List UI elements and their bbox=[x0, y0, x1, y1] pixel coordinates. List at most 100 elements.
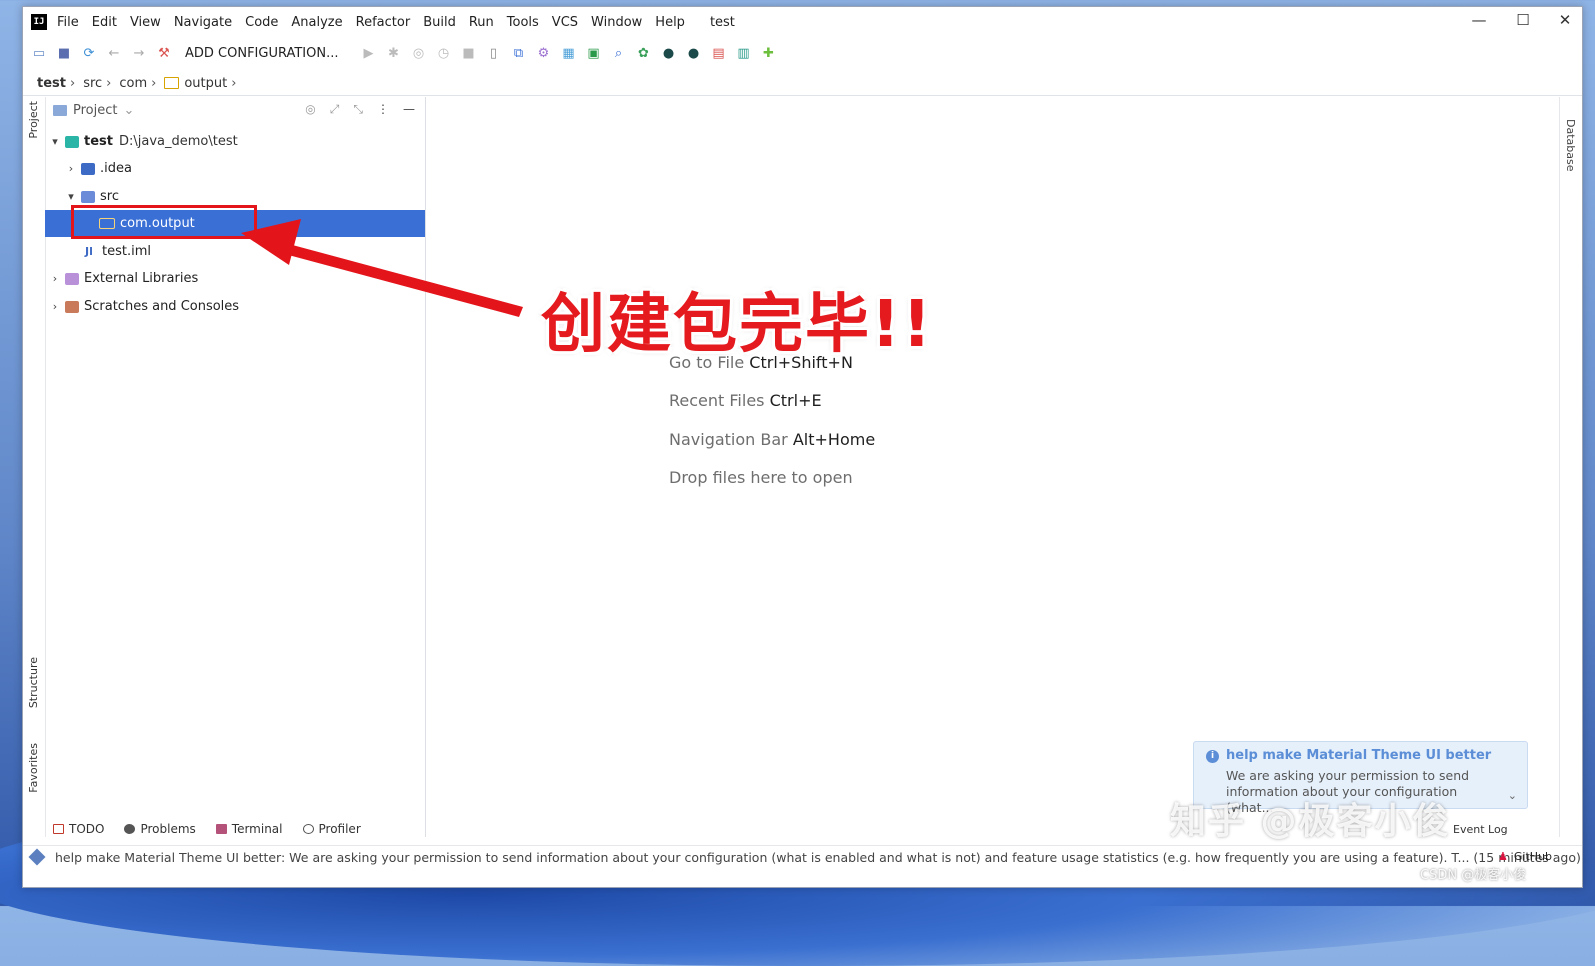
puzzle-icon[interactable]: ✚ bbox=[760, 44, 778, 62]
coverage-icon[interactable]: ◎ bbox=[410, 44, 428, 62]
tree-item-idea[interactable]: › .idea bbox=[45, 155, 445, 182]
search-icon[interactable]: ⌕ bbox=[610, 44, 628, 62]
project-path: D:\java_demo\test bbox=[118, 134, 238, 149]
project-tool-tab[interactable]: Project bbox=[27, 101, 40, 139]
tree-item-scratches[interactable]: › Scratches and Consoles bbox=[45, 293, 429, 320]
structure-tool-tab[interactable]: Structure bbox=[27, 657, 40, 708]
chevron-down-icon[interactable]: ⌄ bbox=[123, 103, 134, 118]
menu-build[interactable]: Build bbox=[423, 15, 456, 30]
menu-refactor[interactable]: Refactor bbox=[356, 15, 411, 30]
save-icon[interactable]: ■ bbox=[55, 44, 73, 62]
grid-icon[interactable]: ▦ bbox=[560, 44, 578, 62]
minimize-button[interactable]: — bbox=[1464, 11, 1494, 29]
hide-panel-icon[interactable]: — bbox=[403, 102, 415, 117]
expand-all-icon[interactable]: ⤢ bbox=[330, 102, 340, 117]
device-icon[interactable]: ▯ bbox=[485, 44, 503, 62]
tree-item-test-iml[interactable]: Jl test.iml bbox=[45, 238, 461, 265]
terminal-icon[interactable]: ▣ bbox=[585, 44, 603, 62]
breadcrumb-src[interactable]: src bbox=[83, 76, 102, 91]
chevron-down-icon[interactable]: ▾ bbox=[49, 135, 61, 148]
build-hammer-icon[interactable]: ⚒ bbox=[155, 44, 173, 62]
left-tool-stripe: Project Structure Favorites bbox=[23, 97, 46, 837]
menu-analyze[interactable]: Analyze bbox=[291, 15, 342, 30]
menu-window[interactable]: Window bbox=[591, 15, 642, 30]
status-bar: help make Material Theme UI better: We a… bbox=[23, 845, 1582, 868]
tree-item-external-libraries[interactable]: › External Libraries bbox=[45, 265, 429, 292]
chevron-down-icon[interactable]: ⌄ bbox=[1508, 789, 1517, 802]
collapse-all-icon[interactable]: ⤡ bbox=[353, 102, 363, 117]
project-structure-icon[interactable]: ⧉ bbox=[510, 44, 528, 62]
chevron-right-icon[interactable]: › bbox=[49, 300, 61, 313]
menu-view[interactable]: View bbox=[130, 15, 161, 30]
close-button[interactable]: ✕ bbox=[1550, 11, 1580, 29]
project-panel-header: Project ⌄ ◎ ⤢ ⤡ ⋮ — bbox=[45, 97, 425, 123]
open-folder-icon[interactable]: ▭ bbox=[30, 44, 48, 62]
scratches-icon bbox=[65, 300, 79, 313]
hint-label: Drop files here to open bbox=[669, 468, 853, 487]
locate-icon[interactable]: ◎ bbox=[305, 102, 315, 117]
circle-icon[interactable]: ● bbox=[685, 44, 703, 62]
todo-tab[interactable]: TODO bbox=[53, 822, 104, 836]
maximize-button[interactable]: ☐ bbox=[1508, 11, 1538, 29]
hint-label: Recent Files bbox=[669, 391, 765, 410]
menu-tools[interactable]: Tools bbox=[507, 15, 539, 30]
tree-item-label: test.iml bbox=[102, 244, 151, 259]
record-icon[interactable]: ● bbox=[660, 44, 678, 62]
run-icon[interactable]: ▶ bbox=[360, 44, 378, 62]
chevron-right-icon[interactable]: › bbox=[65, 162, 77, 175]
terminal-icon bbox=[215, 824, 227, 834]
iml-file-icon: Jl bbox=[85, 245, 93, 258]
menu-run[interactable]: Run bbox=[469, 15, 494, 30]
plugin-icon[interactable]: ✿ bbox=[635, 44, 653, 62]
highlight-box bbox=[71, 205, 257, 239]
hint-drop-files: Drop files here to open bbox=[669, 468, 853, 487]
event-log-tab[interactable]: Event Log bbox=[1453, 823, 1508, 836]
ide-window: IJ File Edit View Navigate Code Analyze … bbox=[22, 6, 1583, 888]
library-icon bbox=[65, 272, 79, 285]
idea-folder-icon bbox=[81, 162, 95, 175]
menu-file[interactable]: File bbox=[57, 15, 79, 30]
tab-label: Terminal bbox=[231, 822, 283, 836]
database-tool-tab[interactable]: Database bbox=[1564, 119, 1577, 172]
source-folder-icon bbox=[81, 190, 95, 203]
main-toolbar: ▭ ■ ⟳ ← → ⚒ ADD CONFIGURATION... ▶ ✱ ◎ ◷… bbox=[23, 39, 1582, 67]
options-icon[interactable]: ⋮ bbox=[377, 102, 389, 117]
tree-item-test[interactable]: ▾ test D:\java_demo\test bbox=[45, 128, 429, 155]
profile-icon[interactable]: ◷ bbox=[435, 44, 453, 62]
status-message[interactable]: help make Material Theme UI better: We a… bbox=[55, 850, 1581, 865]
bottom-tool-tabs: TODO Problems Terminal Profiler bbox=[53, 819, 381, 839]
menu-code[interactable]: Code bbox=[245, 15, 278, 30]
notification-title[interactable]: help make Material Theme UI better bbox=[1226, 748, 1491, 763]
stop-icon[interactable]: ■ bbox=[460, 44, 478, 62]
debug-icon[interactable]: ✱ bbox=[385, 44, 403, 62]
breadcrumb-test[interactable]: test bbox=[37, 76, 66, 91]
project-view-selector[interactable]: Project bbox=[73, 103, 117, 118]
problems-tab[interactable]: Problems bbox=[124, 822, 196, 836]
right-tool-stripe: Database bbox=[1559, 97, 1582, 837]
menu-help[interactable]: Help bbox=[655, 15, 685, 30]
menu-edit[interactable]: Edit bbox=[92, 15, 117, 30]
csdn-watermark: CSDN @极客小俊 bbox=[1420, 868, 1527, 883]
terminal-tab[interactable]: Terminal bbox=[215, 822, 283, 836]
tree-item-label: src bbox=[100, 189, 119, 204]
breadcrumb-output[interactable]: output bbox=[184, 76, 227, 91]
menu-vcs[interactable]: VCS bbox=[552, 15, 578, 30]
window-title: test bbox=[709, 14, 735, 30]
chart-icon[interactable]: ▥ bbox=[735, 44, 753, 62]
menu-navigate[interactable]: Navigate bbox=[174, 15, 232, 30]
chevron-right-icon[interactable]: › bbox=[49, 272, 61, 285]
sync-icon[interactable]: ⟳ bbox=[80, 44, 98, 62]
add-configuration-button[interactable]: ADD CONFIGURATION... bbox=[185, 46, 339, 61]
palette-icon[interactable]: ▤ bbox=[710, 44, 728, 62]
profiler-icon bbox=[302, 824, 314, 834]
annotation-text: 创建包完毕!! bbox=[541, 288, 934, 362]
tree-item-label: test bbox=[84, 134, 113, 149]
settings-gear-icon[interactable]: ⚙ bbox=[535, 44, 553, 62]
github-label[interactable]: GitHub bbox=[1514, 850, 1552, 863]
back-icon[interactable]: ← bbox=[105, 44, 123, 62]
favorites-tool-tab[interactable]: Favorites bbox=[27, 743, 40, 793]
profiler-tab[interactable]: Profiler bbox=[302, 822, 361, 836]
chevron-down-icon[interactable]: ▾ bbox=[65, 190, 77, 203]
breadcrumb-com[interactable]: com bbox=[119, 76, 147, 91]
forward-icon[interactable]: → bbox=[130, 44, 148, 62]
